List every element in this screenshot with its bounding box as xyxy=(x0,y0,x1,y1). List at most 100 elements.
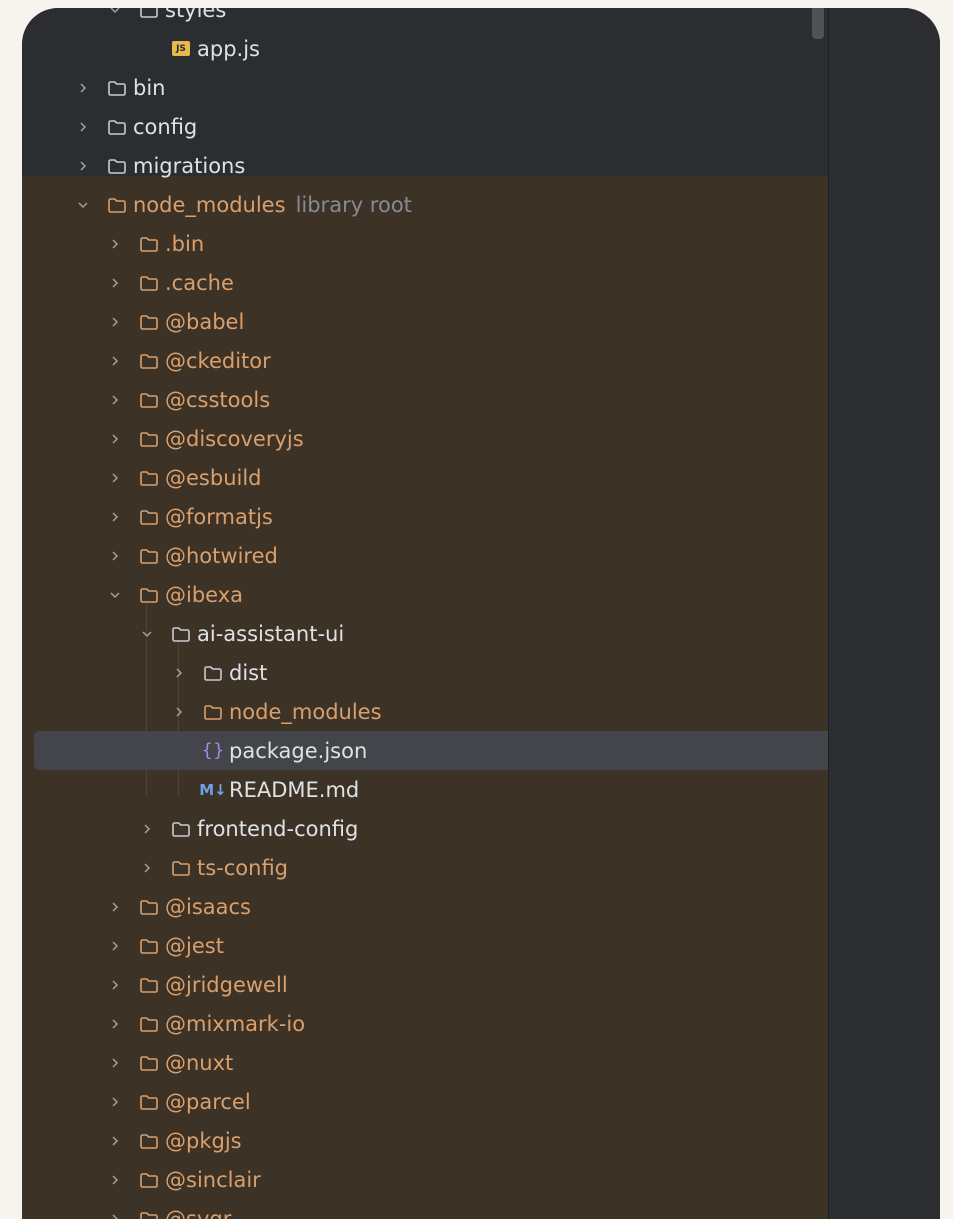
tree-item-label: @jridgewell xyxy=(165,972,288,997)
chevron-right-icon[interactable] xyxy=(106,1014,124,1034)
tree-folder-row[interactable]: @parcel xyxy=(22,1082,828,1121)
tree-folder-row[interactable]: dist xyxy=(22,653,828,692)
chevron-right-icon[interactable] xyxy=(106,936,124,956)
folder-icon xyxy=(106,77,128,99)
tree-folder-row[interactable]: frontend-config xyxy=(22,809,828,848)
tree-folder-row[interactable]: @hotwired xyxy=(22,536,828,575)
chevron-right-icon[interactable] xyxy=(106,429,124,449)
tree-folder-row[interactable]: .cache xyxy=(22,263,828,302)
chevron-right-icon[interactable] xyxy=(106,273,124,293)
tree-folder-row[interactable]: @ibexa xyxy=(22,575,828,614)
tree-folder-row[interactable]: migrations xyxy=(22,146,828,185)
chevron-down-icon[interactable] xyxy=(74,195,92,215)
markdown-file-icon: M↓ xyxy=(199,780,227,799)
tree-item-label: migrations xyxy=(133,153,246,178)
tree-item-label: package.json xyxy=(229,738,368,763)
tree-folder-row[interactable]: @esbuild xyxy=(22,458,828,497)
chevron-right-icon[interactable] xyxy=(106,1170,124,1190)
tree-folder-row[interactable]: @csstools xyxy=(22,380,828,419)
tree-item-label: ai-assistant-ui xyxy=(197,621,345,646)
chevron-right-icon[interactable] xyxy=(74,156,92,176)
tree-folder-row[interactable]: @ckeditor xyxy=(22,341,828,380)
tree-item-label: @parcel xyxy=(165,1089,251,1114)
chevron-right-icon[interactable] xyxy=(106,975,124,995)
chevron-right-icon[interactable] xyxy=(106,1131,124,1151)
project-tool-window: styles JS app.js bin config migrations node_mo… xyxy=(22,8,940,1219)
chevron-right-icon[interactable] xyxy=(138,858,156,878)
chevron-right-icon[interactable] xyxy=(106,351,124,371)
folder-icon xyxy=(138,974,160,996)
chevron-right-icon[interactable] xyxy=(170,663,188,683)
chevron-down-icon[interactable] xyxy=(106,8,124,20)
chevron-right-icon[interactable] xyxy=(106,390,124,410)
tree-item-label: .cache xyxy=(165,270,234,295)
tree-item-label: ts-config xyxy=(197,855,289,880)
folder-icon xyxy=(138,389,160,411)
tree-folder-row[interactable]: node_modules library root xyxy=(22,185,828,224)
chevron-right-icon[interactable] xyxy=(106,1053,124,1073)
tree-folder-row[interactable]: .bin xyxy=(22,224,828,263)
tree-item-label: bin xyxy=(133,75,166,100)
tree-folder-row[interactable]: ts-config xyxy=(22,848,828,887)
folder-icon xyxy=(138,467,160,489)
project-tree[interactable]: styles JS app.js bin config migrations node_mo… xyxy=(22,8,828,1219)
tree-file-row[interactable]: {} package.json xyxy=(34,731,828,770)
chevron-right-icon[interactable] xyxy=(106,234,124,254)
library-root-hint: library root xyxy=(295,192,412,217)
tree-folder-row[interactable]: @mixmark-io xyxy=(22,1004,828,1043)
chevron-right-icon[interactable] xyxy=(106,468,124,488)
tree-item-label: @esbuild xyxy=(165,465,262,490)
tree-folder-row[interactable]: ai-assistant-ui xyxy=(22,614,828,653)
tree-folder-row[interactable]: @pkgjs xyxy=(22,1121,828,1160)
chevron-right-icon[interactable] xyxy=(170,702,188,722)
tree-folder-row[interactable]: @isaacs xyxy=(22,887,828,926)
chevron-right-icon[interactable] xyxy=(138,819,156,839)
chevron-right-icon[interactable] xyxy=(106,312,124,332)
tree-folder-row[interactable]: @formatjs xyxy=(22,497,828,536)
tree-folder-row[interactable]: bin xyxy=(22,68,828,107)
chevron-right-icon[interactable] xyxy=(106,1209,124,1219)
tree-item-label: node_modules xyxy=(229,699,382,724)
tree-folder-row[interactable]: styles xyxy=(22,8,828,29)
folder-icon xyxy=(106,155,128,177)
chevron-right-icon[interactable] xyxy=(106,1092,124,1112)
folder-icon xyxy=(138,350,160,372)
tree-folder-row[interactable]: @sinclair xyxy=(22,1160,828,1199)
chevron-right-icon[interactable] xyxy=(106,897,124,917)
tree-folder-row[interactable]: @jridgewell xyxy=(22,965,828,1004)
folder-icon xyxy=(138,311,160,333)
tree-file-row[interactable]: JS app.js xyxy=(22,29,828,68)
folder-icon xyxy=(138,1208,160,1219)
folder-icon xyxy=(138,896,160,918)
tree-folder-row[interactable]: @discoveryjs xyxy=(22,419,828,458)
tree-file-row[interactable]: M↓ README.md xyxy=(22,770,828,809)
tree-folder-row[interactable]: config xyxy=(22,107,828,146)
tree-item-label: config xyxy=(133,114,198,139)
tree-item-label: @sinclair xyxy=(165,1167,261,1192)
tree-folder-row[interactable]: @svgr xyxy=(22,1199,828,1219)
folder-icon xyxy=(138,1130,160,1152)
folder-icon xyxy=(138,545,160,567)
tree-folder-row[interactable]: @jest xyxy=(22,926,828,965)
folder-icon xyxy=(138,506,160,528)
tree-folder-row[interactable]: @nuxt xyxy=(22,1043,828,1082)
tree-item-label: @jest xyxy=(165,933,224,958)
editor-area xyxy=(828,8,940,1219)
folder-icon xyxy=(170,857,192,879)
folder-icon xyxy=(202,701,224,723)
json-file-icon: {} xyxy=(201,740,225,761)
chevron-down-icon[interactable] xyxy=(106,585,124,605)
chevron-right-icon[interactable] xyxy=(106,546,124,566)
chevron-right-icon[interactable] xyxy=(74,117,92,137)
tree-scrollbar-thumb[interactable] xyxy=(812,8,824,39)
tree-item-label: @isaacs xyxy=(165,894,251,919)
tree-item-label: @nuxt xyxy=(165,1050,234,1075)
tree-folder-row[interactable]: node_modules xyxy=(22,692,828,731)
chevron-right-icon[interactable] xyxy=(106,507,124,527)
folder-icon xyxy=(170,818,192,840)
tree-folder-row[interactable]: @babel xyxy=(22,302,828,341)
chevron-down-icon[interactable] xyxy=(138,624,156,644)
javascript-file-icon: JS xyxy=(170,38,192,60)
tree-item-label: dist xyxy=(229,660,268,685)
chevron-right-icon[interactable] xyxy=(74,78,92,98)
